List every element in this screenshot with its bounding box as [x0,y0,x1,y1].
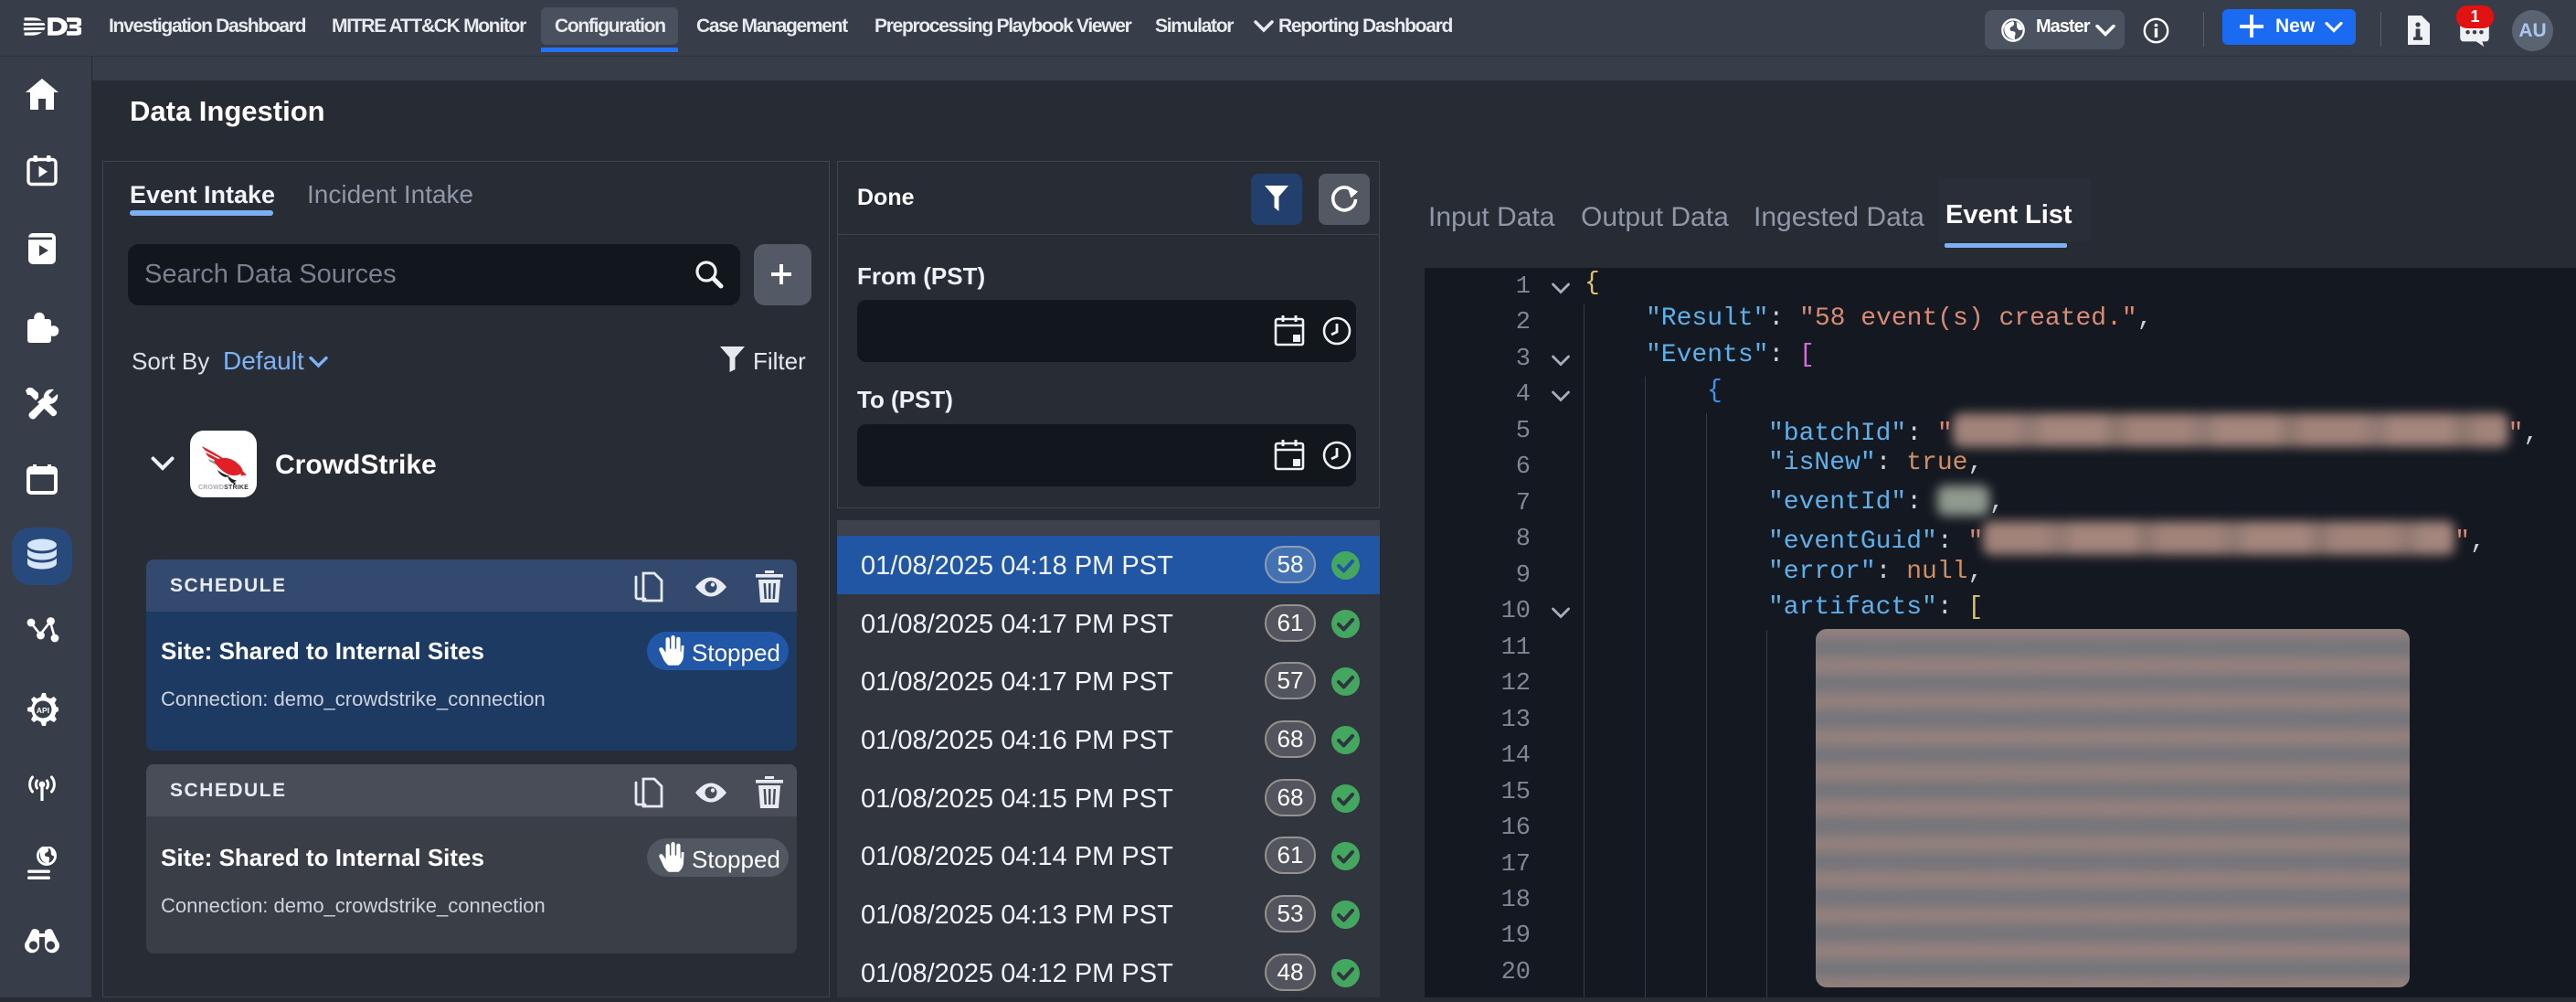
svg-text:API: API [37,706,49,715]
svg-text:CROWDSTRIKE: CROWDSTRIKE [198,485,249,491]
